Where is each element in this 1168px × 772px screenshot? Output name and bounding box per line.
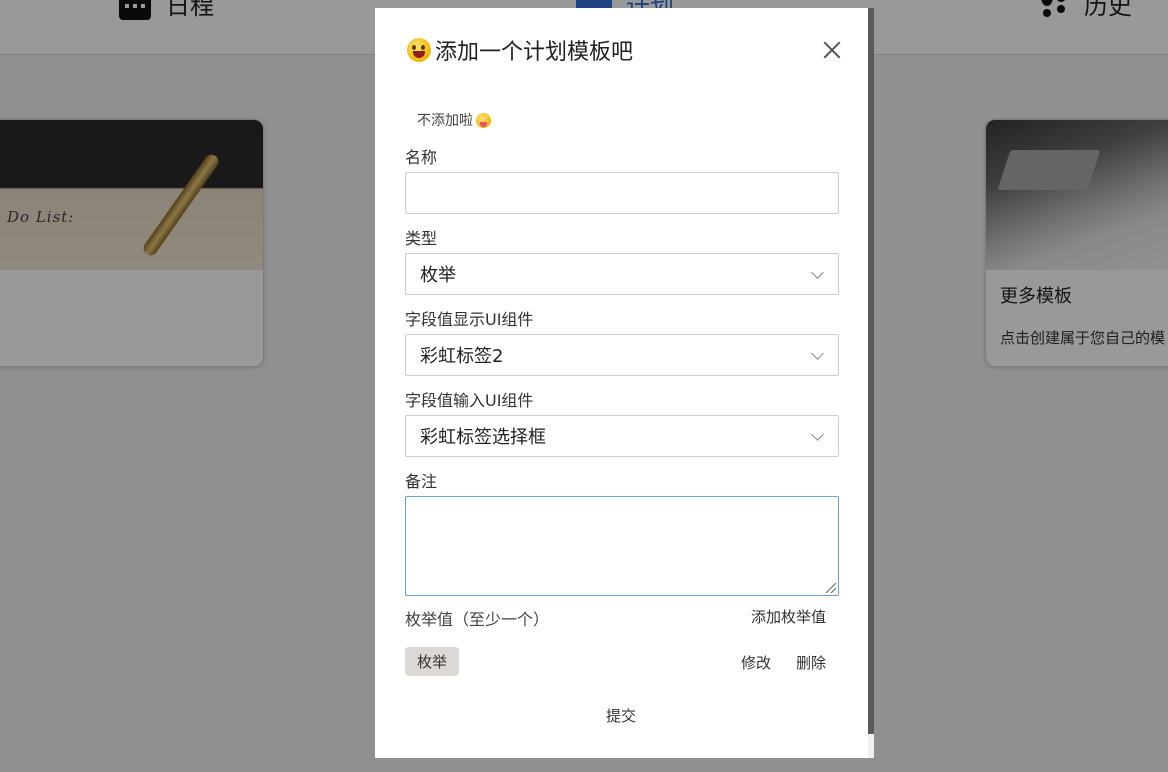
enum-value-chip: 枚举 [405, 647, 460, 676]
chevron-down-icon [811, 266, 824, 279]
modal-header: 添加一个计划模板吧 [407, 34, 633, 66]
name-label: 名称 [405, 148, 438, 167]
type-select[interactable]: 枚举 [405, 253, 839, 295]
grinning-face-icon [407, 38, 431, 62]
skip-button[interactable]: 不添加啦 [417, 110, 491, 130]
input-component-select[interactable]: 彩虹标签选择框 [405, 415, 839, 457]
display-component-value: 彩虹标签2 [420, 346, 504, 367]
scrollbar-thumb[interactable] [868, 8, 874, 734]
input-component-label: 字段值输入UI组件 [405, 391, 534, 410]
input-component-value: 彩虹标签选择框 [420, 427, 546, 448]
type-select-value: 枚举 [420, 265, 456, 286]
display-component-label: 字段值显示UI组件 [405, 310, 534, 329]
display-component-select[interactable]: 彩虹标签2 [405, 334, 839, 376]
chevron-down-icon [811, 347, 824, 360]
delete-enum-button[interactable]: 删除 [796, 652, 826, 673]
modal-title: 添加一个计划模板吧 [435, 40, 634, 65]
enum-values-label: 枚举值（至少一个） [405, 610, 550, 629]
note-textarea[interactable] [405, 496, 839, 596]
tongue-face-icon [476, 112, 491, 128]
skip-label: 不添加啦 [417, 113, 473, 129]
note-label: 备注 [405, 472, 438, 491]
name-input[interactable] [405, 172, 839, 214]
edit-enum-button[interactable]: 修改 [741, 652, 771, 673]
add-enum-value-button[interactable]: 添加枚举值 [751, 606, 826, 627]
type-label: 类型 [405, 229, 438, 248]
close-button[interactable] [820, 38, 844, 62]
submit-button[interactable]: 提交 [606, 705, 636, 726]
resize-handle[interactable] [826, 583, 836, 593]
chevron-down-icon [811, 428, 824, 441]
add-template-modal: 添加一个计划模板吧 不添加啦 名称 类型 枚举 字段值显示UI组件 彩虹标签2 … [375, 8, 874, 758]
